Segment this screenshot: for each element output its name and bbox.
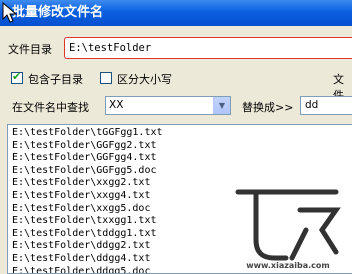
watermark-logo: www.xiazaiba.com [235, 189, 341, 270]
find-label: 在文件名中查找 [12, 101, 89, 114]
cursor-icon [2, 2, 18, 23]
include-subdirs-checkbox[interactable]: ✔ [11, 70, 23, 84]
find-dropdown[interactable]: XX ▼ [105, 96, 231, 115]
directory-label: 文件目录 [8, 43, 52, 56]
directory-input[interactable]: E:\testFolder [64, 37, 352, 59]
file-list-item[interactable]: E:\testFolder\GGFgg2.txt [12, 140, 352, 153]
find-value: XX [109, 99, 124, 111]
replace-label: 替换成>> [242, 101, 294, 114]
file-list-item[interactable]: E:\testFolder\GGFgg4.txt [12, 152, 352, 165]
checkmark-icon: ✔ [12, 70, 22, 83]
dropdown-arrow-icon[interactable]: ▼ [213, 97, 230, 114]
watermark-url: www.xiazaiba.com [246, 261, 330, 270]
case-sensitive-checkbox[interactable] [100, 72, 112, 84]
case-sensitive-label[interactable]: 区分大小写 [117, 71, 172, 87]
replace-input[interactable]: dd [300, 96, 352, 115]
file-list-item[interactable]: E:\testFolder\tGGFgg1.txt [12, 127, 352, 140]
file-list-item[interactable]: E:\testFolder\GGFgg5.doc [12, 165, 352, 178]
window-title: 批量修改文件名 [12, 5, 104, 20]
include-subdirs-label[interactable]: 包含子目录 [28, 71, 83, 87]
title-bar: 批量修改文件名 [0, 0, 352, 26]
